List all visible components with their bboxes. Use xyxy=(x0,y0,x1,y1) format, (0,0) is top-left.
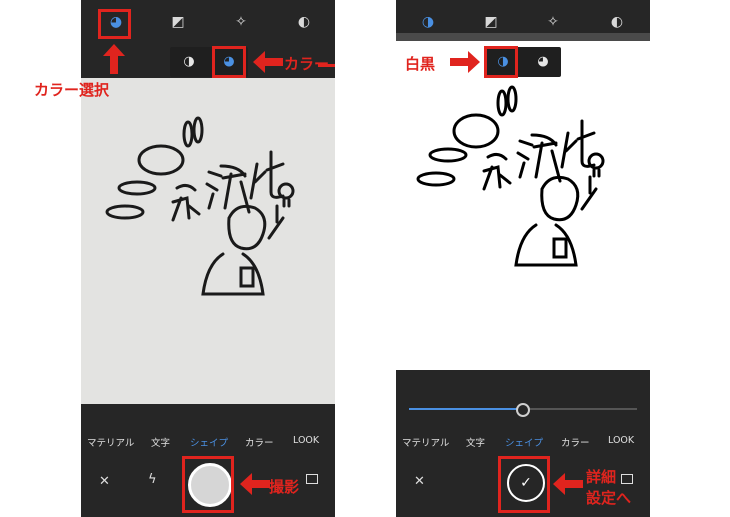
contrast-icon[interactable]: ◑ xyxy=(179,52,199,72)
mode-tab-shape[interactable]: シェイプ xyxy=(190,435,228,449)
highlight-bw-toggle xyxy=(484,46,518,78)
contrast-icon[interactable]: ◑ xyxy=(418,12,438,32)
arrow-left-icon xyxy=(553,473,583,495)
annotation-bw: 白黒 xyxy=(405,55,436,73)
arrow-right-icon xyxy=(450,51,480,73)
mode-selector: マテリアル 文字 シェイプ カラー LOOK xyxy=(81,432,335,452)
mode-tab-text[interactable]: 文字 xyxy=(466,435,485,449)
doodle-drawing xyxy=(416,85,605,267)
bw-preview xyxy=(396,41,650,370)
close-icon[interactable]: ✕ xyxy=(99,474,110,489)
highlight-shutter xyxy=(182,456,234,513)
mode-tab-look[interactable]: LOOK xyxy=(608,435,634,446)
mode-tab-color[interactable]: カラー xyxy=(245,435,274,449)
color-palette-icon[interactable]: ◕ xyxy=(533,52,553,72)
right-phone-screen: ◑ ◩ ✧ ◐ マテリアル 文字 シェイプ カラー LOOK ✕ ✓ xyxy=(396,0,650,517)
arrow-up-icon xyxy=(103,44,125,74)
flash-icon[interactable]: ϟ xyxy=(148,472,157,487)
highlight-color-toggle xyxy=(212,46,246,78)
doodle-drawing xyxy=(105,116,295,296)
mode-tab-color[interactable]: カラー xyxy=(561,435,590,449)
annotation-underline xyxy=(318,64,335,67)
image-top-edge xyxy=(396,33,650,41)
crop-icon[interactable]: ◩ xyxy=(168,12,188,32)
annotation-detail-line2: 設定へ xyxy=(586,489,632,507)
highlight-confirm xyxy=(498,456,550,513)
camera-preview xyxy=(81,78,335,404)
blend-icon[interactable]: ◐ xyxy=(607,12,627,32)
arrow-left-icon xyxy=(240,473,270,495)
highlight-top-color-icon xyxy=(98,9,131,39)
blend-icon[interactable]: ◐ xyxy=(294,12,314,32)
annotation-detail-line1: 詳細 xyxy=(586,468,617,486)
mode-tab-material[interactable]: マテリアル xyxy=(402,435,449,449)
mode-tab-material[interactable]: マテリアル xyxy=(87,435,134,449)
close-icon[interactable]: ✕ xyxy=(414,474,425,489)
adjust-slider-track[interactable] xyxy=(521,408,637,410)
gallery-icon[interactable] xyxy=(621,474,633,484)
magic-wand-icon[interactable]: ✧ xyxy=(543,12,563,32)
mode-selector: マテリアル 文字 シェイプ カラー LOOK xyxy=(396,432,650,452)
mode-tab-look[interactable]: LOOK xyxy=(293,435,319,446)
arrow-left-icon xyxy=(253,51,283,73)
adjust-slider-fill xyxy=(409,408,521,410)
left-phone-screen: ◕ ◩ ✧ ◐ マテリアル 文字 シェイプ カラー LOOK ✕ ϟ xyxy=(81,0,335,517)
mode-tab-shape[interactable]: シェイプ xyxy=(505,435,543,449)
mode-tab-text[interactable]: 文字 xyxy=(151,435,170,449)
gallery-icon[interactable] xyxy=(306,474,318,484)
annotation-color-select: カラー選択 xyxy=(34,81,110,99)
adjust-slider-knob[interactable] xyxy=(516,403,530,417)
crop-icon[interactable]: ◩ xyxy=(481,12,501,32)
annotation-shoot: 撮影 xyxy=(269,478,300,496)
magic-wand-icon[interactable]: ✧ xyxy=(231,12,251,32)
